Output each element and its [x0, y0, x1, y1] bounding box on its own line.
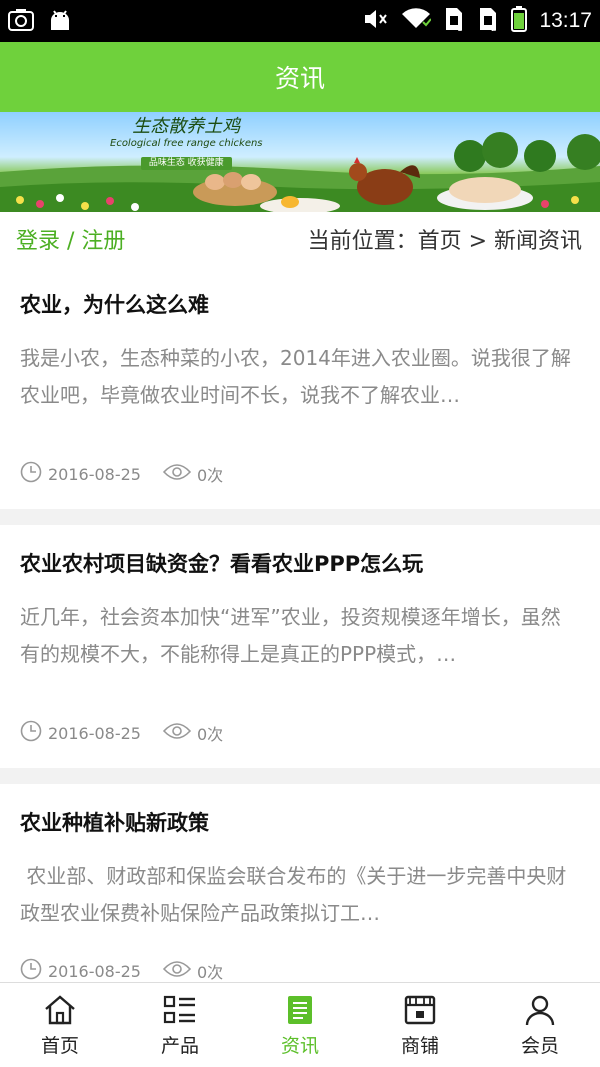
battery-icon	[511, 6, 528, 36]
news-views: 0次	[196, 963, 224, 982]
nav-label: 产品	[160, 1034, 199, 1057]
news-date: 2016-08-25	[48, 464, 141, 484]
banner-caption: 生态散养土鸡 Ecological free range chickens 品味…	[110, 116, 263, 170]
nav-news[interactable]: 资讯	[240, 983, 360, 1067]
app-header: 资讯	[0, 42, 600, 112]
home-icon	[43, 994, 77, 1031]
news-meta: 2016-08-25 0次	[20, 958, 245, 984]
clock-icon	[20, 461, 42, 487]
news-title: 农业种植补贴新政策	[20, 811, 209, 835]
news-list: 农业，为什么这么难 我是小农，生态种菜的小农，2014年进入农业圈。说我很了解农…	[0, 266, 600, 998]
news-summary: 我是小农，生态种菜的小农，2014年进入农业圈。说我很了解农业吧，毕竟做农业时间…	[20, 346, 571, 407]
eye-icon	[162, 463, 192, 485]
bottom-nav: 首页 产品 资讯 商铺 会员	[0, 982, 600, 1067]
eye-icon	[162, 960, 192, 982]
nav-home[interactable]: 首页	[0, 983, 120, 1067]
banner-image[interactable]: 生态散养土鸡 Ecological free range chickens 品味…	[0, 112, 600, 212]
mute-icon	[363, 8, 389, 34]
user-icon	[523, 994, 557, 1031]
nav-products[interactable]: 产品	[120, 983, 240, 1067]
login-register-link[interactable]: 登录 / 注册	[16, 223, 125, 255]
banner-title-en: Ecological free range chickens	[110, 138, 263, 149]
breadcrumb: 当前位置：首页 > 新闻资讯	[307, 229, 582, 254]
news-item[interactable]: 农业，为什么这么难 我是小农，生态种菜的小农，2014年进入农业圈。说我很了解农…	[0, 266, 600, 509]
nav-label: 首页	[40, 1034, 79, 1057]
svg-text:1: 1	[457, 24, 463, 32]
location-bar: 登录 / 注册 当前位置：首页 > 新闻资讯	[0, 212, 600, 266]
news-title: 农业，为什么这么难	[20, 293, 209, 317]
news-summary: 农业部、财政部和保监会联合发布的《关于进一步完善中央财政型农业保费补贴保险产品政…	[20, 864, 567, 925]
wifi-icon	[401, 8, 433, 34]
news-meta: 2016-08-25 0次	[20, 720, 245, 746]
sim1-icon: 1	[443, 6, 465, 36]
screenshot-icon	[8, 8, 34, 36]
clock-icon	[20, 958, 42, 984]
nav-shop[interactable]: 商铺	[360, 983, 480, 1067]
banner-title-cn: 生态散养土鸡	[132, 116, 241, 137]
eye-icon	[162, 722, 192, 744]
nav-label: 商铺	[400, 1034, 439, 1057]
nav-label: 资讯	[280, 1034, 319, 1057]
news-date: 2016-08-25	[48, 961, 141, 981]
news-title: 农业农村项目缺资金？看看农业PPP怎么玩	[20, 552, 424, 576]
news-views: 0次	[196, 466, 224, 485]
shop-icon	[403, 994, 437, 1031]
page-title: 资讯	[274, 64, 325, 93]
news-item[interactable]: 农业种植补贴新政策 农业部、财政部和保监会联合发布的《关于进一步完善中央财政型农…	[0, 784, 600, 998]
banner-slogan: 品味生态 收获健康	[140, 157, 232, 170]
nav-member[interactable]: 会员	[480, 983, 600, 1067]
news-date: 2016-08-25	[48, 723, 141, 743]
news-icon	[283, 994, 317, 1031]
news-summary: 近几年，社会资本加快“进军”农业，投资规模逐年增长，虽然有的规模不大，不能称得上…	[20, 605, 561, 666]
sim2-icon: 2	[477, 6, 499, 36]
nav-label: 会员	[520, 1034, 559, 1057]
android-icon	[48, 8, 72, 36]
svg-text:2: 2	[491, 24, 497, 32]
product-list-icon	[163, 994, 197, 1031]
news-views: 0次	[196, 725, 224, 744]
clock: 13:17	[539, 9, 592, 32]
news-meta: 2016-08-25 0次	[20, 461, 245, 487]
clock-icon	[20, 720, 42, 746]
news-item[interactable]: 农业农村项目缺资金？看看农业PPP怎么玩 近几年，社会资本加快“进军”农业，投资…	[0, 525, 600, 768]
status-bar: 1 2 13:17	[0, 0, 600, 42]
